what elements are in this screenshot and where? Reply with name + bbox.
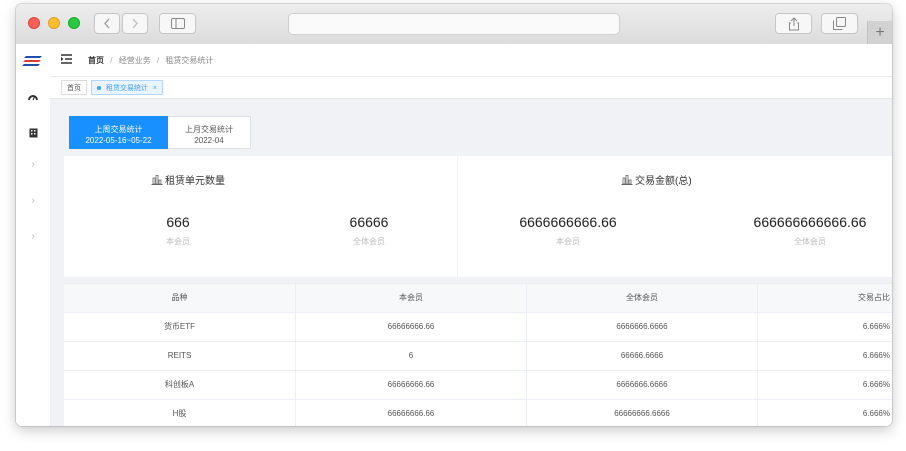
table-cell: 6666666.6666 bbox=[527, 313, 758, 341]
table-cell: 66666666.6666 bbox=[527, 400, 758, 426]
last-week-button[interactable]: 上周交易统计 2022-05-16~05-22 bbox=[69, 116, 168, 149]
table-row: REITS 6 66666.6666 6.666% bbox=[64, 342, 892, 371]
period-range: 2022-04 bbox=[194, 136, 224, 145]
tab-home[interactable]: 首页 bbox=[61, 80, 87, 95]
trade-amount-card: 交易金额(总) 6666666666.66 本会员 666666666666.6… bbox=[458, 156, 892, 277]
card-title-text: 租赁单元数量 bbox=[165, 176, 225, 187]
table-row: 货币ETF 66666666.66 6666666.6666 6.666% bbox=[64, 313, 892, 342]
table-cell: 货币ETF bbox=[64, 313, 296, 341]
period-title: 上周交易统计 bbox=[94, 125, 143, 134]
menu-fold-icon[interactable] bbox=[61, 54, 72, 66]
close-icon[interactable]: × bbox=[153, 85, 157, 92]
chevron-left-icon bbox=[104, 18, 110, 29]
breadcrumb-separator: / bbox=[110, 56, 113, 65]
member-units-value: 666 bbox=[166, 214, 190, 230]
breadcrumb-separator: / bbox=[156, 56, 160, 65]
stats-table: 品种 本会员 全体会员 交易占比 货币ETF 66666666.66 66666… bbox=[64, 283, 892, 426]
header-bar: 首页 / 经营业务 / 租赁交易统计 bbox=[50, 44, 892, 77]
column-header[interactable]: 交易占比 bbox=[758, 284, 892, 312]
lease-units-card: 租赁单元数量 666 本会员 66666 全体会员 bbox=[64, 156, 457, 277]
tab-label: 首页 bbox=[67, 85, 81, 92]
chevron-right-icon[interactable]: › bbox=[16, 159, 50, 170]
sidebar-toggle-button[interactable] bbox=[159, 13, 196, 34]
chevron-right-icon[interactable]: › bbox=[16, 195, 50, 206]
plus-icon: + bbox=[875, 23, 885, 41]
back-button[interactable] bbox=[94, 13, 120, 34]
breadcrumb: 首页 / 经营业务 / 租赁交易统计 bbox=[88, 55, 213, 66]
tabs-overview-button[interactable] bbox=[821, 13, 858, 34]
table-cell: 6 bbox=[296, 342, 527, 370]
table-cell: 6.666% bbox=[862, 351, 890, 360]
all-units-label: 全体会员 bbox=[353, 237, 385, 246]
table-cell: 6.666% bbox=[862, 322, 890, 331]
building-icon[interactable] bbox=[16, 128, 50, 140]
sidebar-icon bbox=[170, 18, 185, 29]
chevron-right-icon[interactable]: › bbox=[16, 231, 50, 242]
share-icon bbox=[788, 16, 799, 30]
all-amount-value: 666666666666.66 bbox=[753, 214, 867, 230]
chevron-right-icon bbox=[132, 18, 138, 29]
member-amount-value: 6666666666.66 bbox=[519, 214, 617, 230]
table-cell: 科创板A bbox=[64, 371, 296, 399]
dashboard-icon[interactable] bbox=[16, 92, 50, 103]
table-cell: 66666666.66 bbox=[296, 313, 527, 341]
period-switch: 上周交易统计 2022-05-16~05-22 上月交易统计 2022-04 bbox=[69, 116, 251, 149]
bar-chart-icon bbox=[621, 175, 633, 185]
table-cell: 6.666% bbox=[862, 380, 890, 389]
card-title-text: 交易金额(总) bbox=[635, 176, 692, 187]
period-range: 2022-05-16~05-22 bbox=[85, 136, 152, 145]
table-cell: 66666666.66 bbox=[296, 400, 527, 426]
period-title: 上月交易统计 bbox=[185, 125, 233, 134]
breadcrumb-current: 租赁交易统计 bbox=[165, 56, 214, 65]
app-sidebar: › › › bbox=[16, 44, 51, 426]
breadcrumb-home[interactable]: 首页 bbox=[88, 56, 104, 65]
bar-chart-icon bbox=[151, 175, 163, 185]
table-cell: 66666.6666 bbox=[527, 342, 758, 370]
column-header[interactable]: 品种 bbox=[64, 284, 296, 312]
all-amount-label: 全体会员 bbox=[794, 237, 826, 246]
table-cell: REITS bbox=[64, 342, 296, 370]
card-title: 交易金额(总) bbox=[621, 172, 692, 187]
member-units-label: 本会员 bbox=[166, 237, 190, 246]
main-content: 首页 / 经营业务 / 租赁交易统计 首页 租赁交易统计 × 上周交易统计 20… bbox=[50, 44, 892, 426]
table-cell: 6666666.6666 bbox=[527, 371, 758, 399]
table-cell: 66666666.66 bbox=[296, 371, 527, 399]
tabs-icon bbox=[833, 17, 846, 30]
logo-icon bbox=[16, 53, 50, 71]
browser-window: + › › › 首页 / 经营业务 / 租赁交易统计 首页 租赁交易统计 × 上… bbox=[16, 4, 892, 426]
active-dot-icon bbox=[97, 86, 101, 91]
tags-view: 首页 租赁交易统计 × bbox=[50, 77, 892, 99]
table-row: H股 66666666.66 66666666.6666 6.666% bbox=[64, 400, 892, 426]
card-title: 租赁单元数量 bbox=[151, 172, 225, 187]
forward-button[interactable] bbox=[122, 13, 148, 34]
share-button[interactable] bbox=[775, 13, 812, 34]
browser-titlebar: + bbox=[16, 4, 892, 45]
table-cell: 6.666% bbox=[862, 409, 890, 418]
last-month-button[interactable]: 上月交易统计 2022-04 bbox=[168, 116, 251, 149]
table-cell: H股 bbox=[64, 400, 296, 426]
member-amount-label: 本会员 bbox=[556, 237, 580, 246]
table-header-row: 品种 本会员 全体会员 交易占比 bbox=[64, 284, 892, 313]
close-window-button[interactable] bbox=[28, 17, 40, 29]
tab-label: 租赁交易统计 bbox=[105, 85, 148, 92]
column-header[interactable]: 本会员 bbox=[296, 284, 527, 312]
zoom-window-button[interactable] bbox=[68, 17, 80, 29]
all-units-value: 66666 bbox=[349, 214, 389, 230]
table-row: 科创板A 66666666.66 6666666.6666 6.666% bbox=[64, 371, 892, 400]
new-tab-button[interactable]: + bbox=[867, 21, 892, 44]
tab-lease-stats[interactable]: 租赁交易统计 × bbox=[91, 80, 163, 95]
minimize-window-button[interactable] bbox=[48, 17, 60, 29]
address-bar[interactable] bbox=[288, 13, 620, 35]
column-header[interactable]: 全体会员 bbox=[527, 284, 758, 312]
breadcrumb-business[interactable]: 经营业务 bbox=[119, 56, 151, 65]
